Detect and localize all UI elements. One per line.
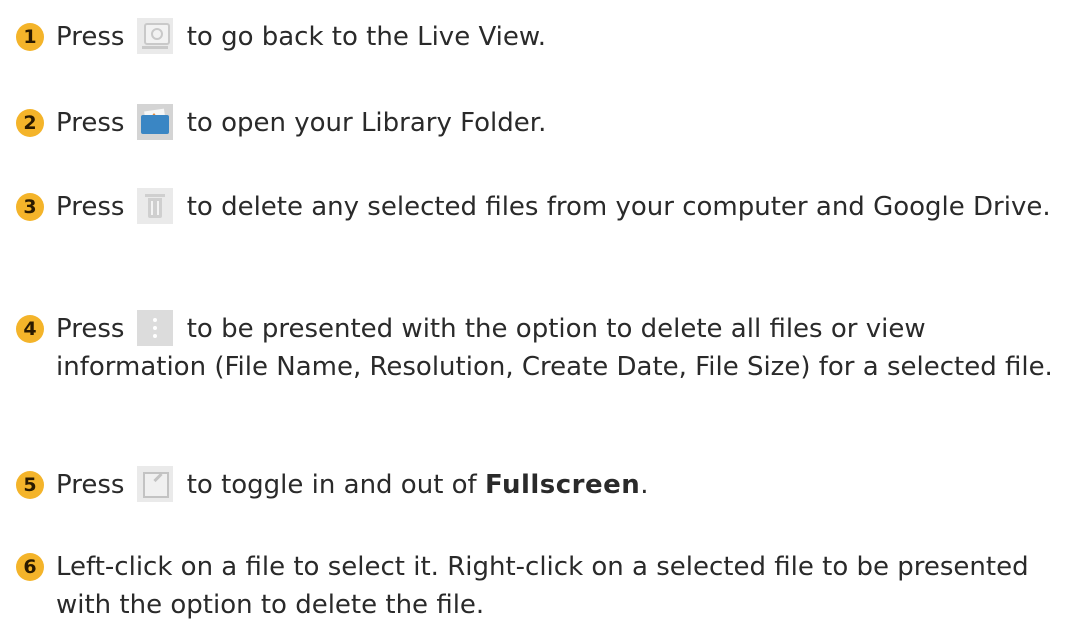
step-text: Press to be presented with the option to… [56,309,1066,386]
step-number-badge: 2 [16,109,44,137]
step-end-punct: . [640,470,649,500]
step-description: to go back to the Live View. [186,22,547,52]
fullscreen-term: Fullscreen [484,470,641,500]
library-folder-icon [136,103,173,140]
step-number-badge: 4 [16,315,44,343]
step-2: 2 Press to open your Library Folder. [16,103,1066,142]
step-description: to delete any selected files from your c… [186,192,1051,222]
step-6: 6 Left-click on a file to select it. Rig… [16,548,1066,624]
step-press-label: Press [56,22,125,52]
step-text: Left-click on a file to select it. Right… [56,552,1029,620]
step-description: to open your Library Folder. [186,108,547,138]
step-number-badge: 5 [16,471,44,499]
step-press-label: Press [56,314,125,344]
step-3: 3 Press to delete any selected files fro… [16,187,1066,226]
step-5: 5 Press to toggle in and out of Fullscre… [16,465,1066,504]
trash-icon [136,187,173,224]
step-number-badge: 6 [16,553,44,581]
step-text: Press to toggle in and out of Fullscreen… [56,465,1066,504]
step-press-label: Press [56,470,125,500]
live-view-icon [136,17,173,54]
step-4: 4 Press to be presented with the option … [16,309,1066,386]
step-number-badge: 1 [16,23,44,51]
step-number-badge: 3 [16,193,44,221]
fullscreen-icon [136,465,173,502]
step-1: 1 Press to go back to the Live View. [16,17,1066,56]
more-options-icon [136,309,173,346]
step-text: Press to go back to the Live View. [56,17,1066,56]
step-description: to be presented with the option to delet… [56,314,1053,382]
step-text: Press to open your Library Folder. [56,103,1066,142]
step-press-label: Press [56,192,125,222]
step-text: Press to delete any selected files from … [56,187,1066,226]
step-press-label: Press [56,108,125,138]
instruction-list: 1 Press to go back to the Live View. 2 P… [0,0,1080,627]
step-description: to toggle in and out of [186,470,477,500]
